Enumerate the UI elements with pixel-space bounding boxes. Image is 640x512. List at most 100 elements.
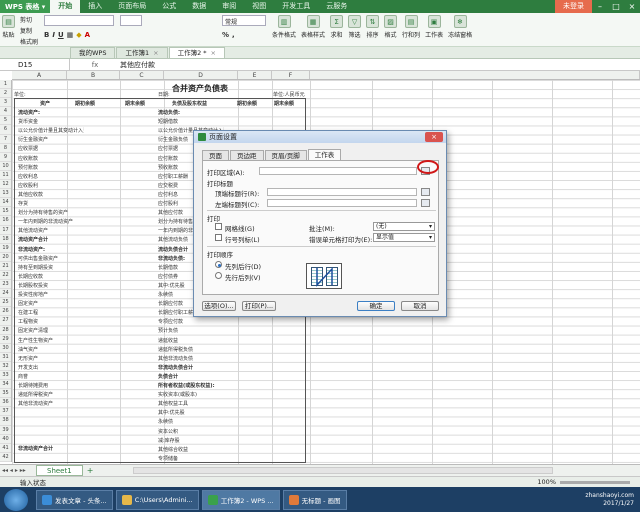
row-header[interactable]: 42	[0, 453, 11, 462]
row-header[interactable]: 12	[0, 180, 11, 190]
conditional-format-button[interactable]: ▥ 条件格式	[272, 15, 296, 39]
liability-item[interactable]: 应付票据	[158, 145, 178, 152]
asset-item[interactable]: 固定资产	[18, 300, 38, 307]
row-col-headers-checkbox[interactable]	[215, 234, 222, 241]
liability-item[interactable]: 非流动负债:	[158, 255, 185, 262]
percent-icon[interactable]: %	[222, 31, 229, 39]
comments-select[interactable]: (无)	[373, 222, 435, 231]
row-header[interactable]: 35	[0, 389, 11, 399]
sheet-nav-icon[interactable]: ◂◂ ◂ ▸ ▸▸	[0, 467, 36, 474]
column-header[interactable]: E	[238, 71, 272, 79]
doc-tab-my-wps[interactable]: 我的WPS	[70, 47, 116, 58]
row-header[interactable]: 41	[0, 444, 11, 453]
close-icon[interactable]: ×	[425, 132, 443, 142]
asset-item[interactable]: 投资性房地产	[18, 291, 48, 298]
row-header[interactable]: 7	[0, 135, 11, 144]
liability-item[interactable]: 所有者权益(或股东权益):	[158, 382, 215, 389]
asset-item[interactable]: 长期应收款	[18, 273, 43, 280]
menu-tab-insert[interactable]: 插入	[80, 0, 110, 13]
menu-tab-page-layout[interactable]: 页面布局	[110, 0, 154, 13]
italic-icon[interactable]: I	[52, 31, 55, 39]
number-format-box[interactable]: 常规	[222, 15, 267, 26]
row-header[interactable]: 14	[0, 198, 11, 208]
row-header[interactable]: 20	[0, 253, 11, 262]
liability-item[interactable]: 预计负债	[158, 327, 178, 334]
liability-item[interactable]: 其中:优先股	[158, 409, 185, 416]
liability-item[interactable]: 递延收益	[158, 337, 178, 344]
asset-item[interactable]: 开发支出	[18, 364, 38, 371]
liability-item[interactable]: 其他流动负债	[158, 236, 188, 243]
liability-item[interactable]: 递延所得税负债	[158, 346, 193, 353]
font-color-icon[interactable]: A	[85, 31, 90, 39]
asset-item[interactable]: 递延所得税资产	[18, 391, 53, 398]
menu-tab-data[interactable]: 数据	[184, 0, 214, 13]
freeze-button[interactable]: ❄ 冻结窗格	[448, 15, 472, 39]
liability-item[interactable]: 长期应付职工薪酬	[158, 309, 198, 316]
taskbar-item-explorer[interactable]: C:\Users\Admini...	[115, 489, 199, 510]
row-header[interactable]: 33	[0, 371, 11, 381]
asset-item[interactable]: 应收股利	[18, 182, 38, 189]
row-header[interactable]: 9	[0, 153, 11, 162]
asset-item[interactable]: 流动资产合计	[18, 236, 48, 243]
format-button[interactable]: ▨ 格式	[384, 15, 398, 39]
row-header[interactable]: 37	[0, 407, 11, 417]
top-rows-input[interactable]	[267, 188, 417, 196]
top-rows-picker-icon[interactable]	[421, 188, 430, 196]
row-header[interactable]: 36	[0, 398, 11, 408]
liability-item[interactable]: 短期借款	[158, 118, 178, 125]
liability-item[interactable]: 负债合计	[158, 373, 178, 380]
bold-icon[interactable]: B	[44, 31, 49, 39]
row-header[interactable]: 11	[0, 171, 11, 181]
row-header[interactable]: 23	[0, 280, 11, 290]
formula-input[interactable]: 其他应付款	[120, 60, 155, 70]
menu-tab-cloud[interactable]: 云服务	[318, 0, 355, 13]
liability-item[interactable]: 应付股利	[158, 200, 178, 207]
liability-item[interactable]: 其他应付款	[158, 209, 183, 216]
asset-item[interactable]: 可供出售金融资产	[18, 255, 58, 262]
copy-button[interactable]: 复制	[20, 26, 38, 35]
asset-item[interactable]: 预付账款	[18, 164, 38, 171]
login-button[interactable]: 未登录	[555, 0, 592, 13]
sheet-tab[interactable]: Sheet1	[36, 465, 83, 476]
tab-margins[interactable]: 页边距	[230, 150, 264, 160]
errors-select[interactable]: 显示值	[373, 233, 435, 242]
menu-tab-view[interactable]: 视图	[244, 0, 274, 13]
row-header[interactable]: 16	[0, 216, 11, 226]
liability-item[interactable]: 专项储备	[158, 455, 178, 462]
asset-item[interactable]: 长期股权投资	[18, 282, 48, 289]
taskbar-item-wps[interactable]: 工作簿2 - WPS ...	[201, 489, 280, 510]
liability-item[interactable]: 流动负债:	[158, 109, 180, 116]
row-header[interactable]: 10	[0, 162, 11, 171]
asset-item[interactable]: 划分为持有待售的资产	[18, 209, 68, 216]
asset-item[interactable]: 应收账款	[18, 155, 38, 162]
row-header[interactable]: 32	[0, 362, 11, 371]
name-box[interactable]: D15	[0, 58, 70, 71]
menu-tab-home[interactable]: 开始	[50, 0, 81, 13]
cut-button[interactable]: 剪切	[20, 15, 38, 24]
ok-button[interactable]: 确定	[357, 301, 395, 311]
row-header[interactable]: 26	[0, 307, 11, 317]
fill-color-icon[interactable]: ◆	[76, 31, 81, 39]
row-header[interactable]: 38	[0, 416, 11, 426]
liability-item[interactable]: 永续债	[158, 418, 173, 425]
asset-item[interactable]: 非流动资产:	[18, 246, 45, 253]
liability-item[interactable]: 应交税费	[158, 182, 178, 189]
row-header[interactable]: 29	[0, 335, 11, 344]
row-header[interactable]: 30	[0, 344, 11, 353]
paste-button[interactable]: ▤ 粘贴	[2, 15, 15, 39]
taskbar-item-browser[interactable]: 发表文章 - 头条...	[36, 489, 113, 510]
filter-button[interactable]: ▽ 筛选	[348, 15, 362, 39]
row-header[interactable]: 25	[0, 298, 11, 308]
liability-item[interactable]: 应付债券	[158, 273, 178, 280]
liability-item[interactable]: 其他非流动负债	[158, 355, 193, 362]
fx-icon[interactable]: fx	[70, 61, 120, 69]
liability-item[interactable]: 实收资本(或股本)	[158, 391, 197, 398]
doc-tab-workbook2[interactable]: 工作簿2 * ×	[168, 47, 225, 58]
row-header[interactable]: 8	[0, 144, 11, 153]
row-header[interactable]: 1	[0, 80, 11, 90]
left-cols-picker-icon[interactable]	[421, 199, 430, 207]
app-menu-button[interactable]: WPS 表格 ▾	[0, 0, 51, 13]
liability-item[interactable]: 资本公积	[158, 428, 178, 435]
liability-item[interactable]: 非流动负债合计	[158, 364, 193, 371]
asset-item[interactable]: 其他非流动资产	[18, 400, 53, 407]
